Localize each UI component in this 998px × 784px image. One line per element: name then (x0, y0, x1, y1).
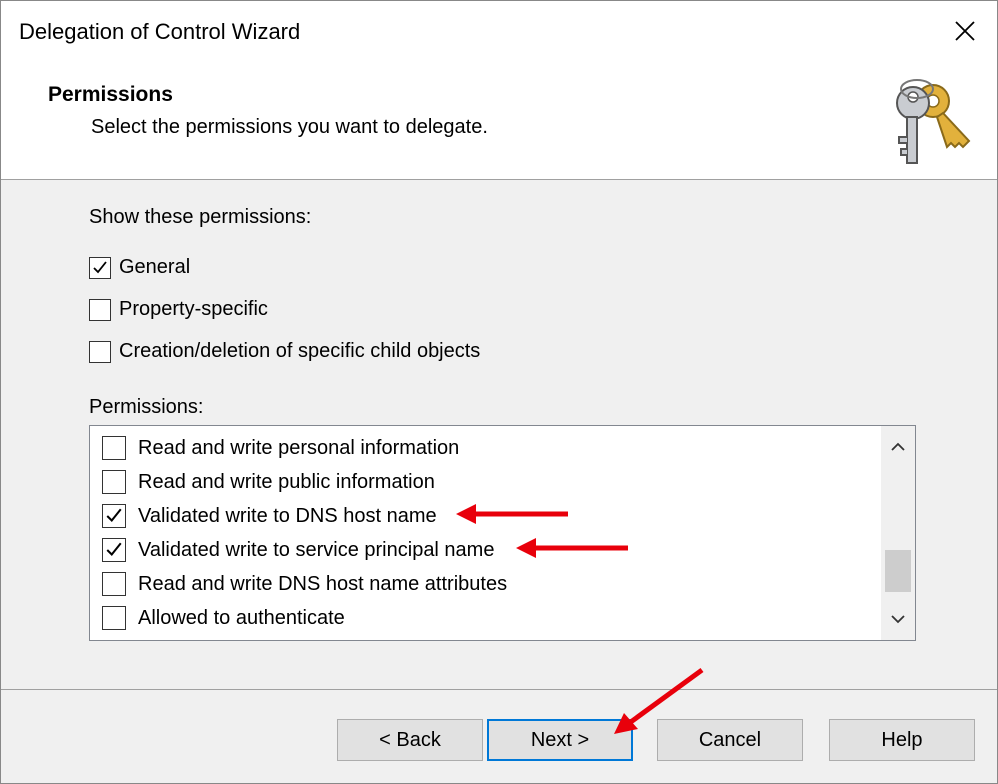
annotation-arrows (456, 504, 704, 734)
arrow-dns-host-name (456, 504, 568, 524)
arrow-next-button (614, 667, 704, 734)
arrow-service-principal-name (516, 538, 628, 558)
